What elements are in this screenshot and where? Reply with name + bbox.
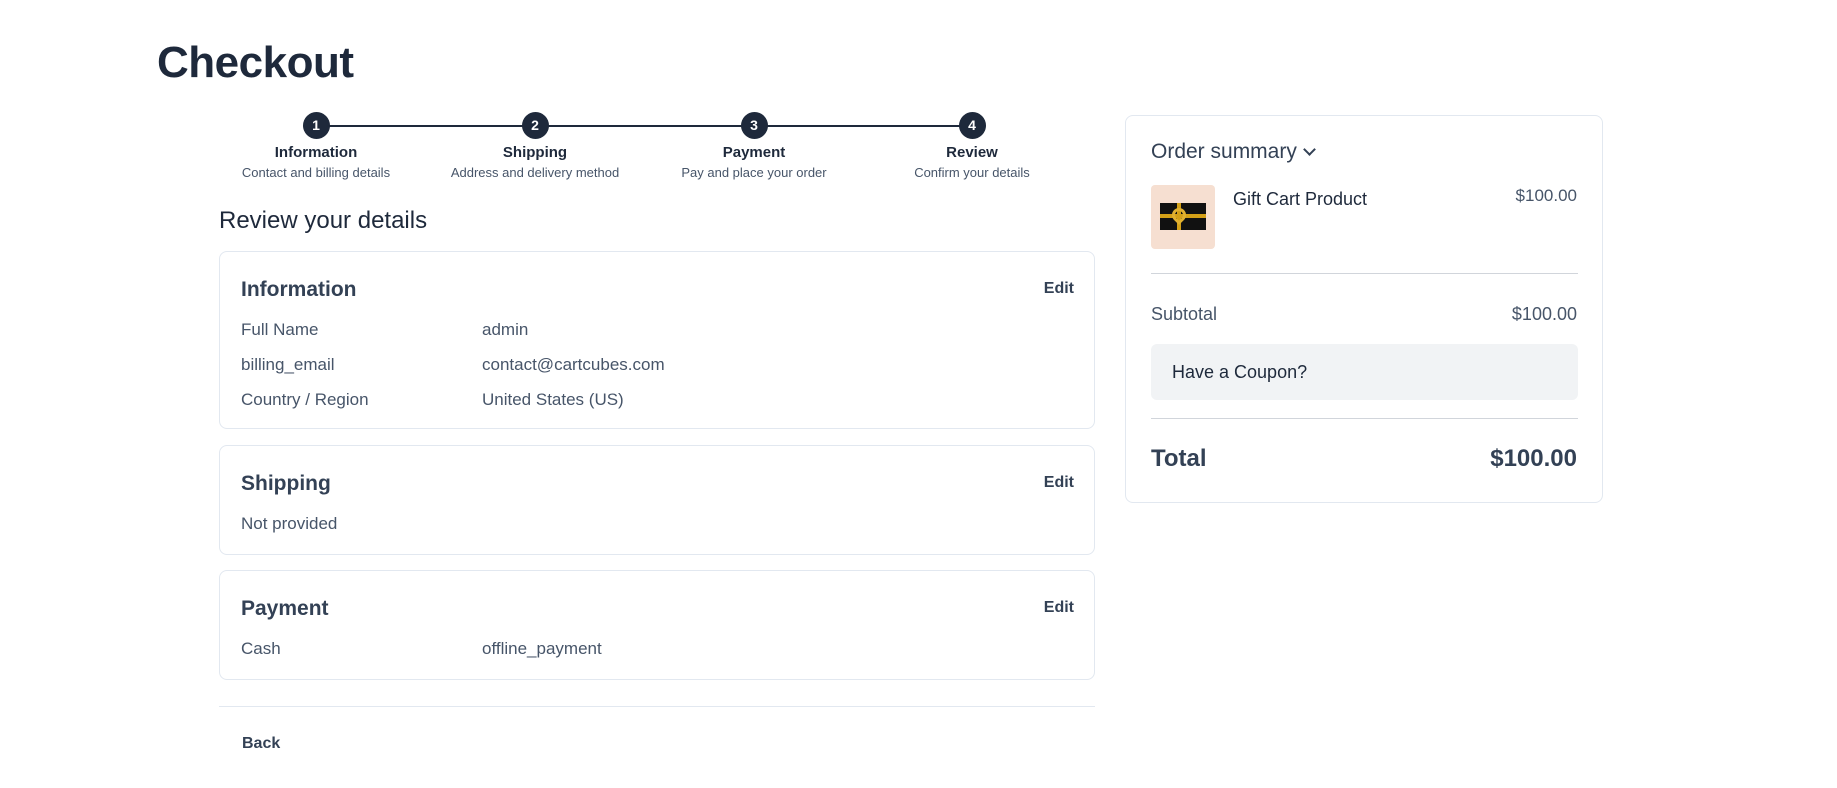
- product-name: Gift Cart Product: [1233, 189, 1368, 209]
- subtotal-label: Subtotal: [1151, 304, 1218, 324]
- gift-icon: [1160, 203, 1206, 230]
- edit-payment-button[interactable]: Edit: [1044, 599, 1074, 617]
- step-title: Review: [946, 144, 998, 161]
- step-title: Shipping: [502, 144, 568, 161]
- step-title: Information: [274, 144, 358, 161]
- coupon-toggle[interactable]: Have a Coupon?: [1151, 344, 1578, 400]
- step-payment[interactable]: 3 Payment Pay and place your order: [654, 112, 854, 180]
- chevron-down-icon: [1302, 143, 1316, 156]
- information-card: Information Edit Full Name admin billing…: [219, 251, 1095, 429]
- full-name-value: admin: [482, 320, 529, 339]
- shipping-card: Shipping Edit Not provided: [219, 445, 1095, 555]
- shipping-card-title: Shipping: [241, 472, 331, 495]
- back-button[interactable]: Back: [242, 735, 280, 753]
- payment-method-value: offline_payment: [482, 639, 602, 658]
- shipping-status: Not provided: [241, 514, 338, 533]
- review-heading: Review your details: [219, 207, 428, 234]
- country-region-label: Country / Region: [241, 390, 369, 409]
- footer-divider: [219, 706, 1095, 707]
- coupon-label: Have a Coupon?: [1172, 362, 1308, 382]
- edit-shipping-button[interactable]: Edit: [1044, 474, 1074, 492]
- product-price: $100.00: [1515, 186, 1577, 205]
- information-card-title: Information: [241, 278, 357, 301]
- step-subtitle: Address and delivery method: [450, 165, 620, 180]
- billing-email-label: billing_email: [241, 355, 335, 374]
- payment-method-label: Cash: [241, 639, 281, 658]
- subtotal-value: $100.00: [1511, 304, 1577, 324]
- total-label: Total: [1151, 445, 1207, 472]
- order-summary-panel: Order summary Gift Cart Product $100.00 …: [1125, 115, 1603, 503]
- order-summary-heading: Order summary: [1151, 140, 1297, 163]
- step-number: 3: [740, 112, 768, 139]
- page-title: Checkout: [157, 38, 354, 87]
- step-number: 1: [302, 112, 330, 139]
- step-shipping[interactable]: 2 Shipping Address and delivery method: [435, 112, 635, 180]
- step-number: 2: [521, 112, 549, 139]
- order-summary-toggle[interactable]: Order summary: [1151, 140, 1316, 164]
- gift-card-image: [1151, 185, 1215, 249]
- country-region-value: United States (US): [482, 390, 624, 409]
- step-subtitle: Confirm your details: [914, 165, 1030, 180]
- payment-card-title: Payment: [241, 597, 329, 620]
- summary-divider: [1151, 418, 1578, 419]
- total-value: $100.00: [1490, 445, 1577, 472]
- step-subtitle: Contact and billing details: [241, 165, 391, 180]
- payment-card: Payment Edit Cash offline_payment: [219, 570, 1095, 680]
- step-subtitle: Pay and place your order: [681, 165, 827, 180]
- step-information[interactable]: 1 Information Contact and billing detail…: [216, 112, 416, 180]
- full-name-label: Full Name: [241, 320, 319, 339]
- summary-divider: [1151, 273, 1578, 274]
- edit-information-button[interactable]: Edit: [1044, 280, 1074, 298]
- step-title: Payment: [722, 144, 786, 161]
- step-review[interactable]: 4 Review Confirm your details: [872, 112, 1072, 180]
- billing-email-value: contact@cartcubes.com: [482, 355, 665, 374]
- checkout-stepper: 1 Information Contact and billing detail…: [219, 112, 1094, 182]
- step-number: 4: [958, 112, 986, 139]
